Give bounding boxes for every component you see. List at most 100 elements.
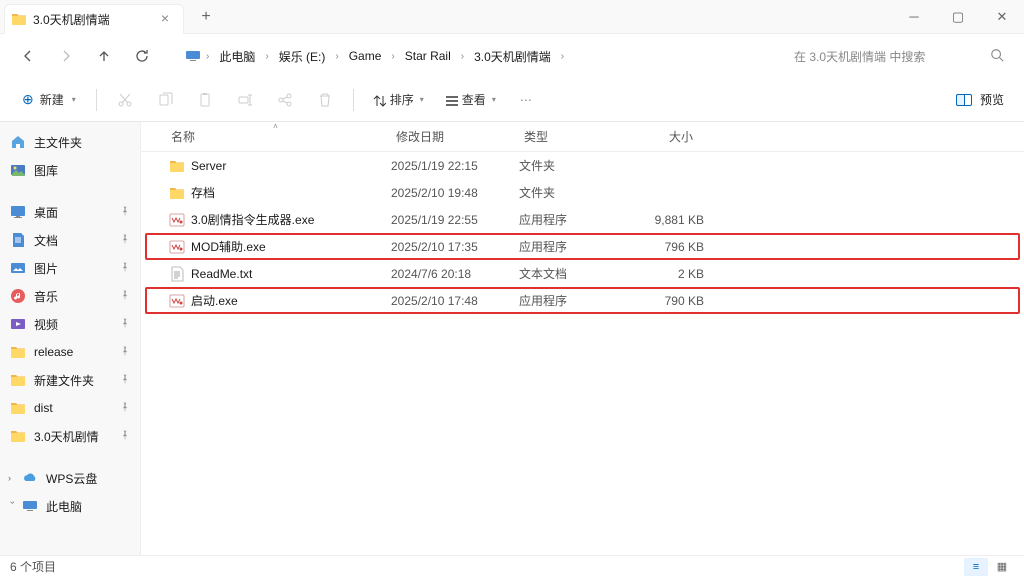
breadcrumb-item[interactable]: 娱乐 (E:) bbox=[273, 44, 332, 69]
copy-button[interactable] bbox=[147, 85, 183, 115]
breadcrumb-item[interactable]: 3.0天机剧情端 bbox=[468, 44, 557, 69]
new-tab-button[interactable]: + bbox=[192, 3, 220, 31]
minimize-button[interactable]: ─ bbox=[892, 0, 936, 34]
maximize-button[interactable]: ▢ bbox=[936, 0, 980, 34]
status-count: 6 个项目 bbox=[10, 558, 56, 575]
view-icons-button[interactable]: ▦ bbox=[990, 558, 1014, 576]
status-bar: 6 个项目 ≡ ▦ bbox=[0, 555, 1024, 577]
column-type[interactable]: 类型 bbox=[516, 128, 621, 145]
search-input[interactable]: 在 3.0天机剧情端 中搜索 bbox=[784, 40, 1014, 72]
up-button[interactable] bbox=[86, 38, 122, 74]
file-list-area: 名称˄ 修改日期 类型 大小 Server2025/1/19 22:15文件夹存… bbox=[140, 122, 1024, 555]
file-size: 2 KB bbox=[624, 267, 704, 281]
sidebar-quick-item[interactable]: 3.0天机剧情 bbox=[4, 422, 136, 450]
new-label: 新建 bbox=[40, 91, 64, 108]
breadcrumb-item[interactable]: Star Rail bbox=[399, 45, 457, 67]
sidebar-label: 3.0天机剧情 bbox=[34, 428, 99, 445]
file-type: 应用程序 bbox=[519, 292, 624, 309]
new-button[interactable]: ⊕ 新建 ▾ bbox=[12, 85, 86, 115]
column-headers: 名称˄ 修改日期 类型 大小 bbox=[141, 122, 1024, 152]
file-date: 2024/7/6 20:18 bbox=[391, 267, 519, 281]
delete-button[interactable] bbox=[307, 85, 343, 115]
file-row[interactable]: ReadMe.txt2024/7/6 20:18文本文档2 KB bbox=[145, 260, 1020, 287]
sidebar-label: 此电脑 bbox=[46, 498, 82, 515]
more-button[interactable]: ⋯ bbox=[508, 85, 544, 115]
column-name[interactable]: 名称˄ bbox=[163, 128, 388, 145]
window-controls: ─ ▢ ✕ bbox=[892, 0, 1024, 34]
view-button[interactable]: 查看 ▾ bbox=[436, 85, 504, 115]
refresh-button[interactable] bbox=[124, 38, 160, 74]
sort-label: 排序 bbox=[390, 91, 414, 108]
pin-icon bbox=[120, 430, 130, 443]
file-name: MOD辅助.exe bbox=[191, 238, 391, 255]
paste-button[interactable] bbox=[187, 85, 223, 115]
chevron-right-icon[interactable]: › bbox=[559, 51, 566, 62]
file-row[interactable]: 启动.exe2025/2/10 17:48应用程序790 KB bbox=[145, 287, 1020, 314]
chevron-right-icon[interactable]: › bbox=[263, 51, 270, 62]
pc-icon bbox=[184, 47, 202, 65]
rename-button[interactable] bbox=[227, 85, 263, 115]
file-date: 2025/1/19 22:55 bbox=[391, 213, 519, 227]
cut-button[interactable] bbox=[107, 85, 143, 115]
pin-icon bbox=[120, 346, 130, 359]
folder-icon bbox=[169, 158, 185, 174]
chevron-right-icon[interactable]: › bbox=[459, 51, 466, 62]
preview-label: 预览 bbox=[980, 91, 1004, 108]
file-size: 796 KB bbox=[624, 240, 704, 254]
share-button[interactable] bbox=[267, 85, 303, 115]
file-type: 文本文档 bbox=[519, 265, 624, 282]
sidebar-label: 视频 bbox=[34, 316, 58, 333]
sidebar-label: 桌面 bbox=[34, 204, 58, 221]
sidebar-gallery[interactable]: 图库 bbox=[4, 156, 136, 184]
sidebar-label: 音乐 bbox=[34, 288, 58, 305]
file-date: 2025/1/19 22:15 bbox=[391, 159, 519, 173]
file-type: 应用程序 bbox=[519, 211, 624, 228]
sidebar-quick-item[interactable]: 桌面 bbox=[4, 198, 136, 226]
sidebar-quick-item[interactable]: release bbox=[4, 338, 136, 366]
breadcrumb-item[interactable]: Game bbox=[343, 45, 388, 67]
sidebar-label: release bbox=[34, 345, 73, 359]
file-row[interactable]: 3.0剧情指令生成器.exe2025/1/19 22:55应用程序9,881 K… bbox=[145, 206, 1020, 233]
column-size[interactable]: 大小 bbox=[621, 128, 701, 145]
folder-icon bbox=[10, 372, 26, 388]
window-tab[interactable]: 3.0天机剧情端 × bbox=[4, 4, 184, 34]
plus-circle-icon: ⊕ bbox=[22, 91, 34, 108]
expand-icon[interactable]: › bbox=[8, 501, 18, 511]
view-details-button[interactable]: ≡ bbox=[964, 558, 988, 576]
breadcrumb-item[interactable]: 此电脑 bbox=[213, 44, 261, 69]
file-date: 2025/2/10 17:35 bbox=[391, 240, 519, 254]
column-date[interactable]: 修改日期 bbox=[388, 128, 516, 145]
close-button[interactable]: ✕ bbox=[980, 0, 1024, 34]
chevron-right-icon[interactable]: › bbox=[333, 51, 340, 62]
sort-button[interactable]: 排序 ▾ bbox=[364, 85, 432, 115]
desktop-icon bbox=[10, 204, 26, 220]
preview-button[interactable]: 预览 bbox=[948, 91, 1012, 108]
folder-icon bbox=[10, 400, 26, 416]
forward-button[interactable] bbox=[48, 38, 84, 74]
sidebar-wps[interactable]: WPS云盘 bbox=[22, 464, 132, 492]
gallery-icon bbox=[10, 162, 26, 178]
chevron-right-icon[interactable]: › bbox=[389, 51, 396, 62]
music-icon bbox=[10, 288, 26, 304]
chevron-down-icon: ▾ bbox=[420, 95, 424, 104]
sidebar-label: WPS云盘 bbox=[46, 470, 97, 487]
expand-icon[interactable]: › bbox=[8, 473, 18, 483]
chevron-right-icon[interactable]: › bbox=[204, 51, 211, 62]
sidebar-quick-item[interactable]: 文档 bbox=[4, 226, 136, 254]
breadcrumb[interactable]: › 此电脑 › 娱乐 (E:) › Game › Star Rail › 3.0… bbox=[178, 40, 772, 72]
sidebar-quick-item[interactable]: 视频 bbox=[4, 310, 136, 338]
file-size: 790 KB bbox=[624, 294, 704, 308]
file-row[interactable]: MOD辅助.exe2025/2/10 17:35应用程序796 KB bbox=[145, 233, 1020, 260]
sidebar-quick-item[interactable]: dist bbox=[4, 394, 136, 422]
main-area: 主文件夹 图库 桌面文档图片音乐视频 release 新建文件夹dist 3.0天机剧… bbox=[0, 122, 1024, 555]
sidebar-quick-item[interactable]: 音乐 bbox=[4, 282, 136, 310]
sidebar-home[interactable]: 主文件夹 bbox=[4, 128, 136, 156]
sidebar-quick-item[interactable]: 图片 bbox=[4, 254, 136, 282]
close-tab-icon[interactable]: × bbox=[157, 11, 173, 27]
pin-icon bbox=[120, 402, 130, 415]
back-button[interactable] bbox=[10, 38, 46, 74]
sidebar-thispc[interactable]: 此电脑 bbox=[22, 492, 132, 520]
sidebar-quick-item[interactable]: 新建文件夹 bbox=[4, 366, 136, 394]
file-row[interactable]: Server2025/1/19 22:15文件夹 bbox=[145, 152, 1020, 179]
file-row[interactable]: 存档2025/2/10 19:48文件夹 bbox=[145, 179, 1020, 206]
